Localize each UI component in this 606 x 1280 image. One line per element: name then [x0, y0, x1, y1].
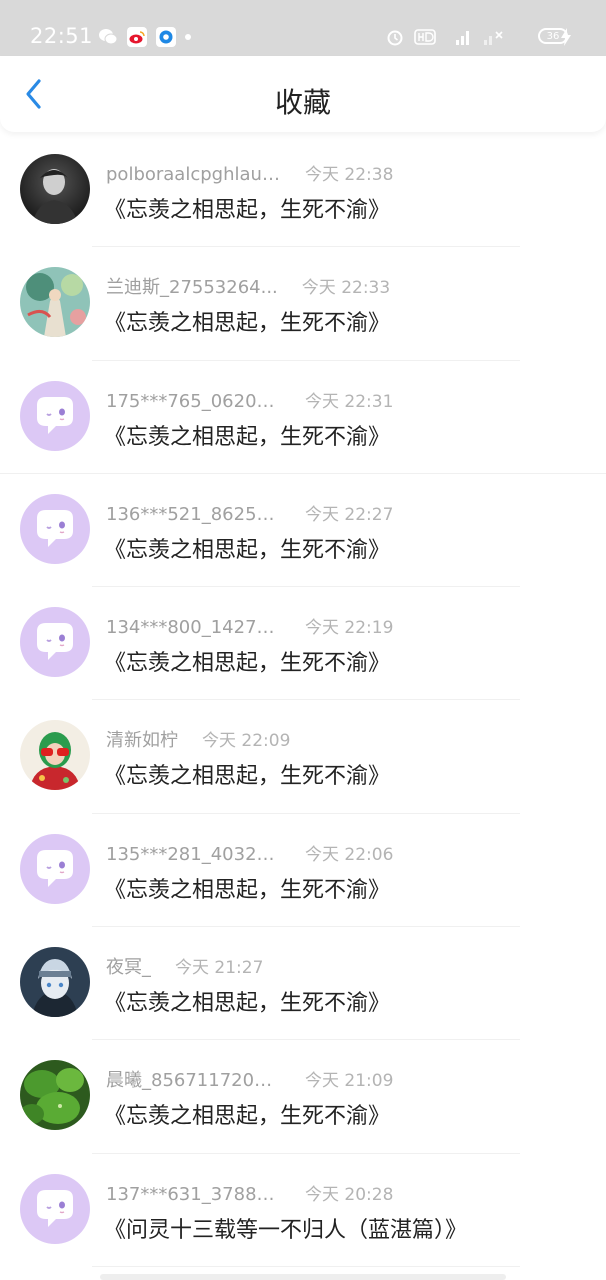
list-item[interactable]: 134***800_14278... 今天 22:19 《忘羡之相思起，生死不渝… [0, 587, 606, 701]
username[interactable]: 晨曦_8567117204... [106, 1066, 281, 1092]
avatar[interactable] [20, 267, 90, 338]
favorites-list: polboraalcpghlauren 今天 22:38 《忘羡之相思起，生死不… [0, 134, 606, 1267]
username[interactable]: 134***800_14278... [106, 617, 281, 638]
username[interactable]: 137***631_37888... [106, 1184, 281, 1205]
username[interactable]: 清新如柠 [106, 726, 178, 752]
item-meta: 137***631_37888... 今天 20:28 [106, 1180, 393, 1205]
avatar[interactable] [20, 493, 90, 564]
story-title[interactable]: 《忘羡之相思起，生死不渝》 [104, 985, 390, 1017]
item-meta: 兰迪斯_27553264... 今天 22:33 [106, 273, 390, 299]
timestamp: 今天 21:27 [175, 958, 264, 979]
username[interactable]: 135***281_40324... [106, 844, 281, 865]
timestamp: 今天 22:38 [305, 165, 394, 185]
signal-4g-icon [446, 28, 472, 50]
signal-icon [482, 28, 504, 50]
list-item[interactable]: 135***281_40324... 今天 22:06 《忘羡之相思起，生死不渝… [0, 814, 606, 928]
item-meta: 134***800_14278... 今天 22:19 [106, 613, 393, 638]
battery-icon: 36 [538, 28, 568, 44]
hd-icon [414, 29, 436, 49]
list-item[interactable]: 夜冥_ 今天 21:27 《忘羡之相思起，生死不渝》 [0, 927, 606, 1041]
notification-icons [98, 27, 191, 47]
timestamp: 今天 22:27 [305, 504, 394, 525]
story-title[interactable]: 《忘羡之相思起，生死不渝》 [104, 305, 390, 337]
story-title[interactable]: 《忘羡之相思起，生死不渝》 [104, 1098, 390, 1130]
alarm-icon [386, 28, 404, 50]
story-title[interactable]: 《问灵十三载等一不归人（蓝湛篇）》 [104, 1212, 467, 1244]
list-item[interactable]: 兰迪斯_27553264... 今天 22:33 《忘羡之相思起，生死不渝》 [0, 247, 606, 361]
story-title[interactable]: 《忘羡之相思起，生死不渝》 [104, 532, 390, 564]
wechat-icon [98, 27, 118, 47]
story-title[interactable]: 《忘羡之相思起，生死不渝》 [104, 872, 390, 904]
item-meta: 135***281_40324... 今天 22:06 [106, 840, 393, 865]
avatar[interactable] [20, 720, 90, 791]
item-meta: 175***765_06209... 今天 22:31 [106, 387, 393, 412]
status-time: 22:51 [30, 24, 94, 48]
timestamp: 今天 22:19 [305, 618, 394, 639]
username[interactable]: polboraalcpghlauren [106, 164, 281, 185]
story-title[interactable]: 《忘羡之相思起，生死不渝》 [104, 419, 390, 451]
item-meta: 清新如柠 今天 22:09 [106, 726, 290, 752]
avatar[interactable] [20, 1060, 90, 1131]
avatar[interactable] [20, 833, 90, 904]
avatar[interactable] [20, 1173, 90, 1244]
list-item[interactable]: polboraalcpghlauren 今天 22:38 《忘羡之相思起，生死不… [0, 134, 606, 248]
list-item[interactable]: 清新如柠 今天 22:09 《忘羡之相思起，生死不渝》 [0, 700, 606, 814]
list-item[interactable]: 137***631_37888... 今天 20:28 《问灵十三载等一不归人（… [0, 1154, 606, 1267]
avatar[interactable] [20, 607, 90, 678]
list-item[interactable]: 136***521_86250... 今天 22:27 《忘羡之相思起，生死不渝… [0, 474, 606, 588]
timestamp: 今天 22:09 [202, 731, 291, 752]
page-title: 收藏 [274, 86, 331, 119]
divider [92, 1265, 520, 1267]
more-notifications-dot [185, 34, 191, 40]
username[interactable]: 兰迪斯_27553264... [106, 273, 278, 299]
username[interactable]: 136***521_86250... [106, 504, 281, 525]
weibo-icon [127, 27, 147, 47]
story-title[interactable]: 《忘羡之相思起，生死不渝》 [104, 645, 390, 677]
timestamp: 今天 21:09 [305, 1071, 394, 1092]
story-title[interactable]: 《忘羡之相思起，生死不渝》 [104, 192, 390, 224]
username[interactable]: 175***765_06209... [106, 391, 281, 412]
timestamp: 今天 22:31 [305, 391, 394, 412]
avatar[interactable] [20, 154, 90, 224]
item-meta: polboraalcpghlauren 今天 22:38 [106, 160, 393, 185]
timestamp: 今天 20:28 [305, 1184, 394, 1205]
timestamp: 今天 22:06 [305, 844, 394, 865]
story-title[interactable]: 《忘羡之相思起，生死不渝》 [104, 758, 390, 790]
username[interactable]: 夜冥_ [106, 953, 151, 979]
item-meta: 136***521_86250... 今天 22:27 [106, 500, 393, 525]
timestamp: 今天 22:33 [301, 278, 391, 299]
app-icon [156, 27, 176, 47]
status-bar: 22:51 36 [0, 0, 606, 56]
list-item[interactable]: 175***765_06209... 今天 22:31 《忘羡之相思起，生死不渝… [0, 361, 606, 474]
item-meta: 晨曦_8567117204... 今天 21:09 [106, 1066, 393, 1092]
avatar[interactable] [20, 947, 90, 1018]
scroll-indicator [100, 1274, 506, 1280]
list-item[interactable]: 晨曦_8567117204... 今天 21:09 《忘羡之相思起，生死不渝》 [0, 1040, 606, 1154]
avatar[interactable] [20, 380, 90, 451]
header: 收藏 [0, 56, 606, 132]
item-meta: 夜冥_ 今天 21:27 [106, 953, 263, 979]
